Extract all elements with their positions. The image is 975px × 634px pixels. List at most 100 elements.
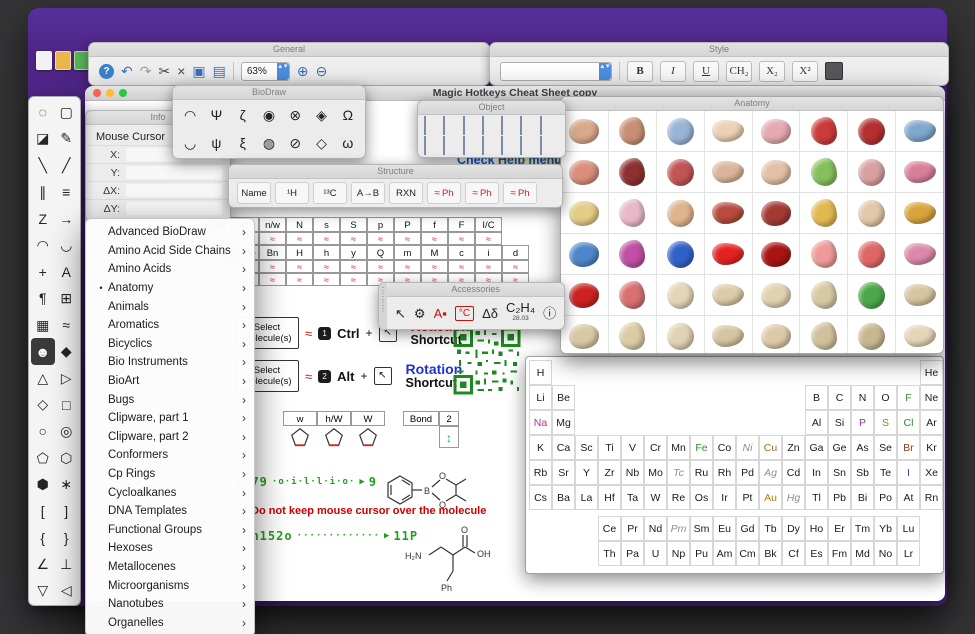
anatomy-item-uterus[interactable] <box>896 152 943 192</box>
element-Pr[interactable]: Pr <box>621 516 644 541</box>
undo-icon[interactable]: ↶ <box>121 64 133 78</box>
anatomy-item-inner-ear[interactable] <box>705 152 752 192</box>
triangle-down-tool[interactable]: ▽ <box>31 578 55 605</box>
ring-tool[interactable]: ◎ <box>55 418 79 445</box>
anatomy-item-neuron-yellow[interactable] <box>800 193 847 233</box>
anatomy-item-platelets[interactable] <box>800 234 847 274</box>
zoom-stepper-icon[interactable]: ▴ ▾ <box>277 63 289 80</box>
element-Pu[interactable]: Pu <box>690 541 713 566</box>
element-Er[interactable]: Er <box>828 516 851 541</box>
element-Am[interactable]: Am <box>713 541 736 566</box>
anatomy-item-capillary[interactable] <box>848 234 895 274</box>
anatomy-item-bone-section[interactable] <box>896 316 943 354</box>
element-Cr[interactable]: Cr <box>644 435 667 460</box>
element-Lr[interactable]: Lr <box>897 541 920 566</box>
fragment-3-button[interactable]: ≈Ph <box>503 182 537 204</box>
element-C[interactable]: C <box>828 385 851 410</box>
superscript-button[interactable]: X² <box>792 61 818 82</box>
element-Bi[interactable]: Bi <box>851 485 874 510</box>
element-Ba[interactable]: Ba <box>552 485 575 510</box>
element-P[interactable]: P <box>851 410 874 435</box>
chemical-shift-icon[interactable]: Δδ <box>482 308 498 319</box>
anatomy-item-heart-anterior[interactable] <box>848 111 895 151</box>
element-Sc[interactable]: Sc <box>575 435 598 460</box>
align-bottom-icon[interactable] <box>520 117 539 137</box>
bond-alt-tool[interactable]: ╱ <box>55 152 79 179</box>
caption-tool[interactable]: ¶ <box>31 285 55 312</box>
element-Ag[interactable]: Ag <box>759 460 782 485</box>
eraser-tool[interactable]: ◪ <box>31 126 55 153</box>
bracket-left-tool[interactable]: [ <box>31 498 55 525</box>
menu-item-hexoses[interactable]: Hexoses› <box>86 539 254 558</box>
anatomy-item-eye[interactable] <box>896 111 943 151</box>
element-Os[interactable]: Os <box>690 485 713 510</box>
element-He[interactable]: He <box>920 360 943 385</box>
menu-item-metallocenes[interactable]: Metallocenes› <box>86 558 254 577</box>
element-Ga[interactable]: Ga <box>805 435 828 460</box>
anatomy-item-body-muscular[interactable] <box>609 111 656 151</box>
anatomy-item-body-systems[interactable] <box>657 111 704 151</box>
copy-icon[interactable]: ▣ <box>192 64 205 78</box>
distribute-h-icon[interactable] <box>540 117 559 137</box>
open-icon[interactable] <box>55 51 71 70</box>
element-Mn[interactable]: Mn <box>667 435 690 460</box>
fill-swatch[interactable] <box>825 62 843 80</box>
chain-tool[interactable]: Z <box>31 205 55 232</box>
element-Be[interactable]: Be <box>552 385 575 410</box>
brace-right-tool[interactable]: } <box>55 525 79 552</box>
triangle-tool[interactable]: △ <box>31 365 55 392</box>
anatomy-item-brain[interactable] <box>753 111 800 151</box>
plus-tool[interactable]: + <box>31 259 55 286</box>
element-Mg[interactable]: Mg <box>552 410 575 435</box>
clear-icon[interactable]: × <box>177 64 185 78</box>
element-Cf[interactable]: Cf <box>782 541 805 566</box>
element-In[interactable]: In <box>805 460 828 485</box>
align-right-icon[interactable] <box>463 117 482 137</box>
anatomy-item-stomach-red[interactable] <box>657 152 704 192</box>
enzyme-icon[interactable]: ⊘ <box>282 129 308 157</box>
anatomy-item-dna[interactable] <box>848 275 895 315</box>
underline-button[interactable]: U <box>693 61 719 82</box>
formula-weight-icon[interactable]: C₂H₄28.03 <box>506 302 535 324</box>
element-Cl[interactable]: Cl <box>897 410 920 435</box>
element-As[interactable]: As <box>851 435 874 460</box>
stamp-tool[interactable]: ◆ <box>55 338 79 365</box>
element-Li[interactable]: Li <box>529 385 552 410</box>
clipart-tool[interactable]: ☻ <box>31 338 55 365</box>
rxn-button[interactable]: RXN <box>389 182 423 204</box>
anatomy-item-stomach-green[interactable] <box>800 152 847 192</box>
angle-tool[interactable]: ∠ <box>31 551 55 578</box>
element-Sb[interactable]: Sb <box>851 460 874 485</box>
anatomy-item-larynx[interactable] <box>848 152 895 192</box>
subscript-button[interactable]: X₂ <box>759 61 785 82</box>
menu-item-cycloalkanes[interactable]: Cycloalkanes› <box>86 483 254 502</box>
zoom-select[interactable]: 63%▴ ▾ <box>241 62 290 81</box>
align-center-icon[interactable] <box>443 117 462 137</box>
menu-item-animals[interactable]: Animals› <box>86 297 254 316</box>
element-Rn[interactable]: Rn <box>920 485 943 510</box>
bring-to-front-icon[interactable] <box>482 137 501 157</box>
element-Nb[interactable]: Nb <box>621 460 644 485</box>
element-Br[interactable]: Br <box>897 435 920 460</box>
element-Np[interactable]: Np <box>667 541 690 566</box>
menu-item-amino-acids[interactable]: Amino Acids› <box>86 260 254 279</box>
cut-icon[interactable]: ✂ <box>158 64 170 78</box>
element-Pa[interactable]: Pa <box>621 541 644 566</box>
anatomy-item-skin-section[interactable] <box>657 193 704 233</box>
element-Xe[interactable]: Xe <box>920 460 943 485</box>
accessories-palette[interactable]: ⋮⋮⋮ Accessories ↖⚙A▪°CΔδC₂H₄28.03ⓘ <box>378 282 565 330</box>
element-Si[interactable]: Si <box>828 410 851 435</box>
element-Ho[interactable]: Ho <box>805 516 828 541</box>
object-palette[interactable]: Object <box>417 100 566 158</box>
select-stepper-icon[interactable]: ▴ ▾ <box>599 63 611 80</box>
element-Ce[interactable]: Ce <box>598 516 621 541</box>
align-middle-icon[interactable] <box>501 117 520 137</box>
palette-drag-handle[interactable]: ⋮⋮⋮ <box>379 283 387 329</box>
arc-alt-tool[interactable]: ◡ <box>55 232 79 259</box>
benzene-tool[interactable]: ⬢ <box>31 471 55 498</box>
element-Tm[interactable]: Tm <box>851 516 874 541</box>
element-Kr[interactable]: Kr <box>920 435 943 460</box>
bond-tool[interactable]: ╲ <box>31 152 55 179</box>
g-protein-icon[interactable]: ψ <box>203 129 229 157</box>
formula-button[interactable]: CH₂ <box>726 61 752 82</box>
